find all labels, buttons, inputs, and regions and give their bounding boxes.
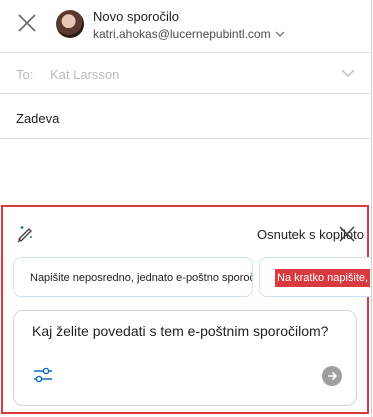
compose-header: Novo sporočilo katri.ahokas@lucernepubin… <box>0 0 372 52</box>
divider <box>0 138 372 139</box>
prompt-text: Kaj želite povedati s tem e-poštnim spor… <box>32 323 329 339</box>
copilot-panel: Osnutek s kopilotom Napišite neposredno,… <box>1 205 371 414</box>
suggestion-chip[interactable]: Na kratko napišite, <box>259 257 371 297</box>
account-switcher[interactable]: katri.ahokas@lucernepubintl.com <box>93 27 285 41</box>
send-button[interactable] <box>322 366 342 386</box>
copilot-pen-icon[interactable] <box>14 222 36 244</box>
page-title: Novo sporočilo <box>93 9 179 24</box>
avatar <box>56 10 84 38</box>
account-email: katri.ahokas@lucernepubintl.com <box>93 27 271 41</box>
settings-sliders-icon[interactable] <box>32 364 54 386</box>
divider <box>0 93 372 94</box>
chevron-down-icon[interactable] <box>340 67 356 79</box>
suggestion-chip[interactable]: Napišite neposredno, jednato e-poštno sp… <box>13 257 253 297</box>
close-icon[interactable] <box>16 12 38 34</box>
compose-window: Novo sporočilo katri.ahokas@lucernepubin… <box>0 0 372 417</box>
subject-label: Zadeva <box>16 111 60 126</box>
chevron-down-icon <box>275 31 285 37</box>
recipient[interactable]: Kat Larsson <box>50 67 119 82</box>
subject-field[interactable]: Zadeva <box>0 96 372 136</box>
suggestion-chip-label: Na kratko napišite, <box>275 269 371 287</box>
close-icon[interactable] <box>338 225 356 243</box>
divider <box>0 52 372 53</box>
prompt-input[interactable]: Kaj želite povedati s tem e-poštnim spor… <box>13 310 357 406</box>
send-arrow-icon <box>328 371 338 381</box>
suggestion-chip-label: Napišite neposredno, jednato e-poštno sp… <box>30 272 253 284</box>
to-label: To: <box>16 67 34 82</box>
to-field[interactable]: To: Kat Larsson <box>0 54 372 92</box>
